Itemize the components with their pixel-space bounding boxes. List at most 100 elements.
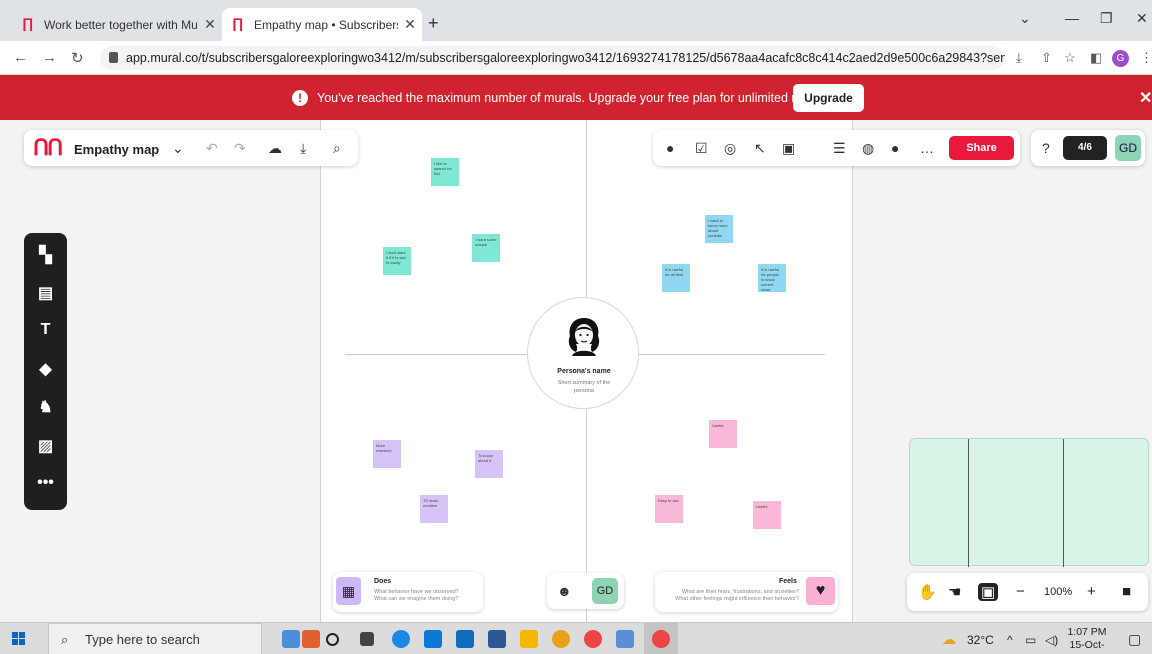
sticky-note[interactable]: Easy to use xyxy=(655,495,683,523)
edge-browser-icon[interactable] xyxy=(392,630,410,648)
mural-logo-icon[interactable]: ՈՈ xyxy=(33,137,63,159)
minimap-divider xyxy=(968,439,969,567)
chevron-down-icon[interactable]: ⌄ xyxy=(172,140,184,157)
photos-icon[interactable] xyxy=(616,630,634,648)
help-icon[interactable]: ? xyxy=(1042,140,1050,156)
outline-icon[interactable]: ☰ xyxy=(833,140,846,157)
browser-tab-active[interactable]: Empathy map • Subscribers galo ✕ xyxy=(222,8,422,41)
news-widget-icon[interactable] xyxy=(282,630,300,648)
sticky-note-icon[interactable]: ▤ xyxy=(24,283,67,303)
lock-icon xyxy=(109,52,118,63)
undo-icon[interactable]: ↶ xyxy=(206,140,218,157)
export-download-icon[interactable]: ⤓ xyxy=(300,140,306,157)
more-tools-icon[interactable]: ••• xyxy=(24,474,67,492)
taskbar-search-placeholder: Type here to search xyxy=(85,631,200,647)
zoom-out-icon[interactable]: − xyxy=(1016,583,1025,600)
sticky-note[interactable]: TO learn creative xyxy=(420,495,448,523)
cortana-icon[interactable] xyxy=(326,633,339,646)
taskbar-clock[interactable]: 1:07 PM 15-Oct-23 xyxy=(1066,626,1108,654)
volume-icon[interactable]: ◁) xyxy=(1045,633,1058,647)
bookmark-star-icon[interactable]: ☆ xyxy=(1064,50,1076,66)
restore-icon[interactable]: ❐ xyxy=(1100,10,1113,27)
share-page-icon[interactable]: ⇧ xyxy=(1041,50,1052,66)
reload-icon[interactable]: ↻ xyxy=(71,49,84,67)
sticky-note[interactable]: I like to search for this xyxy=(431,158,459,186)
user-avatar[interactable]: GD xyxy=(1115,135,1141,161)
weather-icon[interactable]: ☁ xyxy=(942,631,956,648)
zoom-level[interactable]: 100% xyxy=(1044,586,1072,598)
close-tab-icon[interactable]: ✕ xyxy=(198,16,222,33)
image-icon[interactable]: ▨ xyxy=(24,436,67,456)
more-options-icon[interactable]: … xyxy=(920,140,934,156)
text-icon[interactable]: T xyxy=(24,321,67,339)
emoji-reaction-icon[interactable]: ☻ xyxy=(557,583,572,599)
show-hidden-icons-icon[interactable]: ^ xyxy=(1007,633,1013,647)
select-mode-icon[interactable]: ☚ xyxy=(948,583,961,601)
icons-llama-icon[interactable]: ♞ xyxy=(24,397,67,417)
collaborators-icon[interactable]: ● xyxy=(891,140,899,156)
taskbar-search-box[interactable]: ⌕ Type here to search xyxy=(48,623,262,654)
user-avatar-small[interactable]: GD xyxy=(592,578,618,604)
hand-pan-icon[interactable]: ✋ xyxy=(918,583,937,601)
browser-tab[interactable]: Work better together with Mura ✕ xyxy=(12,8,222,41)
onboarding-progress-button[interactable]: 4/6 xyxy=(1063,136,1107,160)
sticky-note[interactable]: I want some unique xyxy=(472,234,500,262)
tab-search-chevron-icon[interactable]: ⌄ xyxy=(1019,10,1031,27)
minimize-icon[interactable]: — xyxy=(1065,10,1079,26)
laser-pointer-icon[interactable]: ↖ xyxy=(754,140,766,157)
sticky-note[interactable]: Useful xyxy=(753,501,781,529)
forward-arrow-icon[interactable]: → xyxy=(42,49,57,66)
sticky-note[interactable]: It is useful for people to know current … xyxy=(758,264,786,292)
upgrade-button[interactable]: Upgrade xyxy=(793,84,864,112)
cloud-saved-icon[interactable]: ☁ xyxy=(268,140,282,157)
private-mode-icon[interactable]: ◎ xyxy=(724,140,736,157)
chrome-canary-icon[interactable] xyxy=(552,630,570,648)
persona-circle[interactable]: Persona's name Short summary of the pers… xyxy=(527,297,639,409)
mural-title[interactable]: Empathy map xyxy=(74,142,159,157)
word-icon[interactable] xyxy=(488,630,506,648)
windows-start-icon[interactable] xyxy=(12,632,26,646)
store-icon[interactable] xyxy=(424,630,442,648)
url-text: app.mural.co/t/subscribersgaloreexplorin… xyxy=(126,51,1005,65)
battery-icon[interactable]: ▭ xyxy=(1025,633,1036,647)
redo-icon[interactable]: ↷ xyxy=(234,140,246,157)
share-button[interactable]: Share xyxy=(949,136,1014,160)
new-tab-icon[interactable]: + xyxy=(428,13,439,34)
close-tab-icon[interactable]: ✕ xyxy=(398,16,422,33)
profile-avatar[interactable]: G xyxy=(1112,50,1129,67)
mail-icon[interactable] xyxy=(456,630,474,648)
templates-icon[interactable]: ▚ xyxy=(24,245,67,265)
comments-icon[interactable]: ◍ xyxy=(862,140,874,157)
task-view-icon[interactable] xyxy=(360,632,374,646)
url-field[interactable]: app.mural.co/t/subscribersgaloreexplorin… xyxy=(100,46,1005,70)
side-panel-icon[interactable]: ◧ xyxy=(1090,50,1102,66)
sticky-note[interactable]: I dont want it if it is sad to easily xyxy=(383,247,411,275)
news-widget-icon[interactable] xyxy=(302,630,320,648)
sticky-note[interactable]: More research xyxy=(373,440,401,468)
chrome-icon[interactable] xyxy=(584,630,602,648)
chrome-icon[interactable] xyxy=(652,630,670,648)
shapes-icon[interactable]: ◆ xyxy=(24,359,67,379)
back-arrow-icon[interactable]: ← xyxy=(13,49,28,66)
minimap-toggle-icon[interactable]: ■ xyxy=(1122,583,1131,600)
sticky-note[interactable]: It is useful for all field xyxy=(662,264,690,292)
sticky-note[interactable]: Useful xyxy=(709,420,737,448)
mural-canvas[interactable]: Persona's name Short summary of the pers… xyxy=(0,120,1152,622)
sticky-note[interactable]: I want to know more about youtube xyxy=(705,215,733,243)
presentation-mode-icon[interactable]: ▣ xyxy=(978,583,999,601)
sticky-note[interactable]: To know about it xyxy=(475,450,503,478)
voting-icon[interactable]: ☑ xyxy=(695,140,708,157)
search-icon[interactable]: ⌕ xyxy=(333,140,341,157)
facilitation-bag-icon[interactable]: ▣ xyxy=(782,140,795,157)
minimap[interactable] xyxy=(909,438,1149,567)
banner-close-icon[interactable]: ✕ xyxy=(1139,88,1152,108)
browser-menu-icon[interactable]: ⋮ xyxy=(1140,50,1152,66)
quadrant-prompt: What behavior have we observed? xyxy=(374,589,459,595)
timer-icon[interactable]: ● xyxy=(666,140,674,156)
zoom-in-icon[interactable]: + xyxy=(1087,583,1096,600)
weather-temperature[interactable]: 32°C xyxy=(967,633,994,647)
install-app-icon[interactable]: ⤓ xyxy=(1016,50,1022,66)
notification-center-icon[interactable]: ▢ xyxy=(1128,631,1141,648)
window-close-icon[interactable]: ✕ xyxy=(1136,10,1148,27)
file-explorer-icon[interactable] xyxy=(520,630,538,648)
